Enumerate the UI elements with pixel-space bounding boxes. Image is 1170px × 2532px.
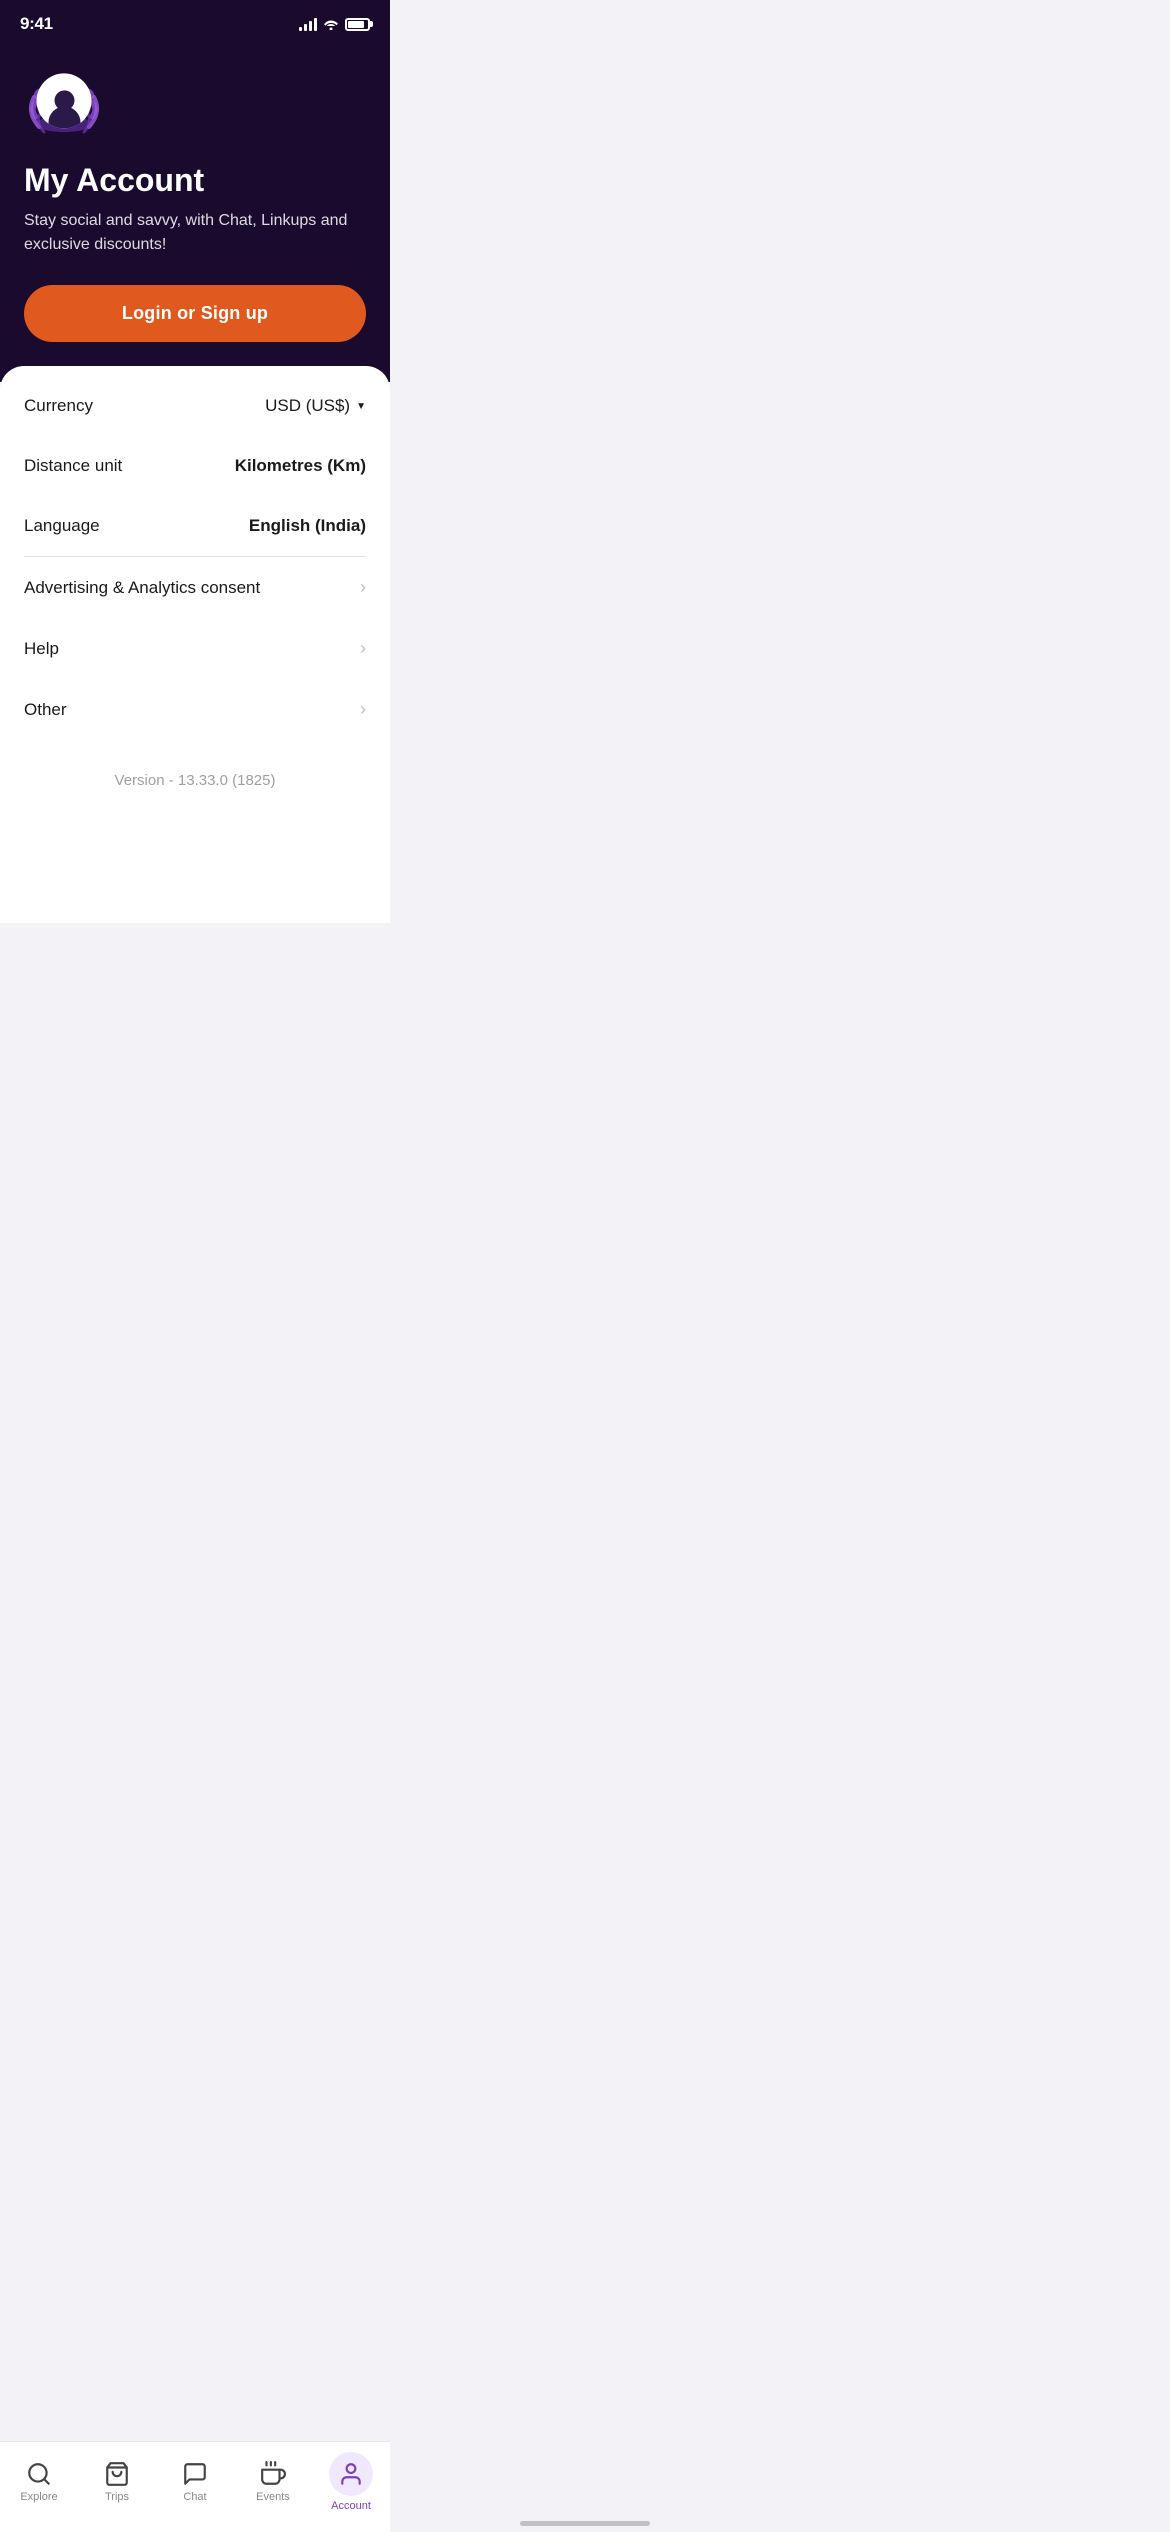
page-title: My Account — [24, 162, 366, 199]
distance-unit-row[interactable]: Distance unit Kilometres (Km) — [0, 436, 390, 496]
status-bar: 9:41 — [0, 0, 390, 42]
advertising-consent-label: Advertising & Analytics consent — [24, 578, 260, 598]
chat-icon — [182, 2461, 208, 2487]
home-indicator — [520, 2521, 650, 2526]
bottom-navigation: Explore Trips Chat Events — [0, 2441, 390, 2532]
avatar-image — [37, 73, 92, 128]
version-text: Version - 13.33.0 (1825) — [0, 748, 390, 813]
advertising-consent-arrow: › — [360, 577, 366, 598]
distance-unit-value: Kilometres (Km) — [235, 456, 366, 476]
account-icon — [338, 2461, 364, 2487]
nav-item-account[interactable]: Account — [312, 2452, 390, 2512]
settings-card: Currency USD (US$) ▼ Distance unit Kilom… — [0, 366, 390, 923]
signal-icon — [299, 18, 317, 31]
language-row[interactable]: Language English (India) — [0, 496, 390, 556]
nav-item-explore[interactable]: Explore — [0, 2461, 78, 2503]
nav-item-events[interactable]: Events — [234, 2461, 312, 2503]
currency-row[interactable]: Currency USD (US$) ▼ — [0, 376, 390, 436]
distance-unit-label: Distance unit — [24, 456, 122, 476]
battery-icon — [345, 18, 370, 31]
trips-icon — [104, 2461, 130, 2487]
events-icon — [260, 2461, 286, 2487]
trips-label: Trips — [105, 2491, 129, 2503]
wifi-icon — [323, 18, 339, 30]
help-arrow: › — [360, 638, 366, 659]
nav-item-chat[interactable]: Chat — [156, 2461, 234, 2503]
events-label: Events — [256, 2491, 290, 2503]
status-time: 9:41 — [20, 14, 53, 34]
account-icon-circle — [329, 2452, 373, 2496]
other-arrow: › — [360, 699, 366, 720]
other-row[interactable]: Other › — [0, 679, 390, 740]
currency-value[interactable]: USD (US$) ▼ — [265, 396, 366, 416]
language-value: English (India) — [249, 516, 366, 536]
explore-icon — [26, 2461, 52, 2487]
language-label: Language — [24, 516, 100, 536]
explore-label: Explore — [20, 2491, 57, 2503]
other-label: Other — [24, 700, 67, 720]
help-row[interactable]: Help › — [0, 618, 390, 679]
login-signup-button[interactable]: Login or Sign up — [24, 285, 366, 342]
nav-item-trips[interactable]: Trips — [78, 2461, 156, 2503]
help-label: Help — [24, 639, 59, 659]
currency-label: Currency — [24, 396, 93, 416]
currency-dropdown-arrow: ▼ — [356, 401, 366, 412]
chat-label: Chat — [183, 2491, 206, 2503]
status-icons — [299, 18, 370, 31]
avatar — [24, 62, 104, 142]
account-label: Account — [331, 2500, 371, 2512]
advertising-consent-row[interactable]: Advertising & Analytics consent › — [0, 557, 390, 618]
page-subtitle: Stay social and savvy, with Chat, Linkup… — [24, 209, 366, 257]
header-section: My Account Stay social and savvy, with C… — [0, 42, 390, 382]
